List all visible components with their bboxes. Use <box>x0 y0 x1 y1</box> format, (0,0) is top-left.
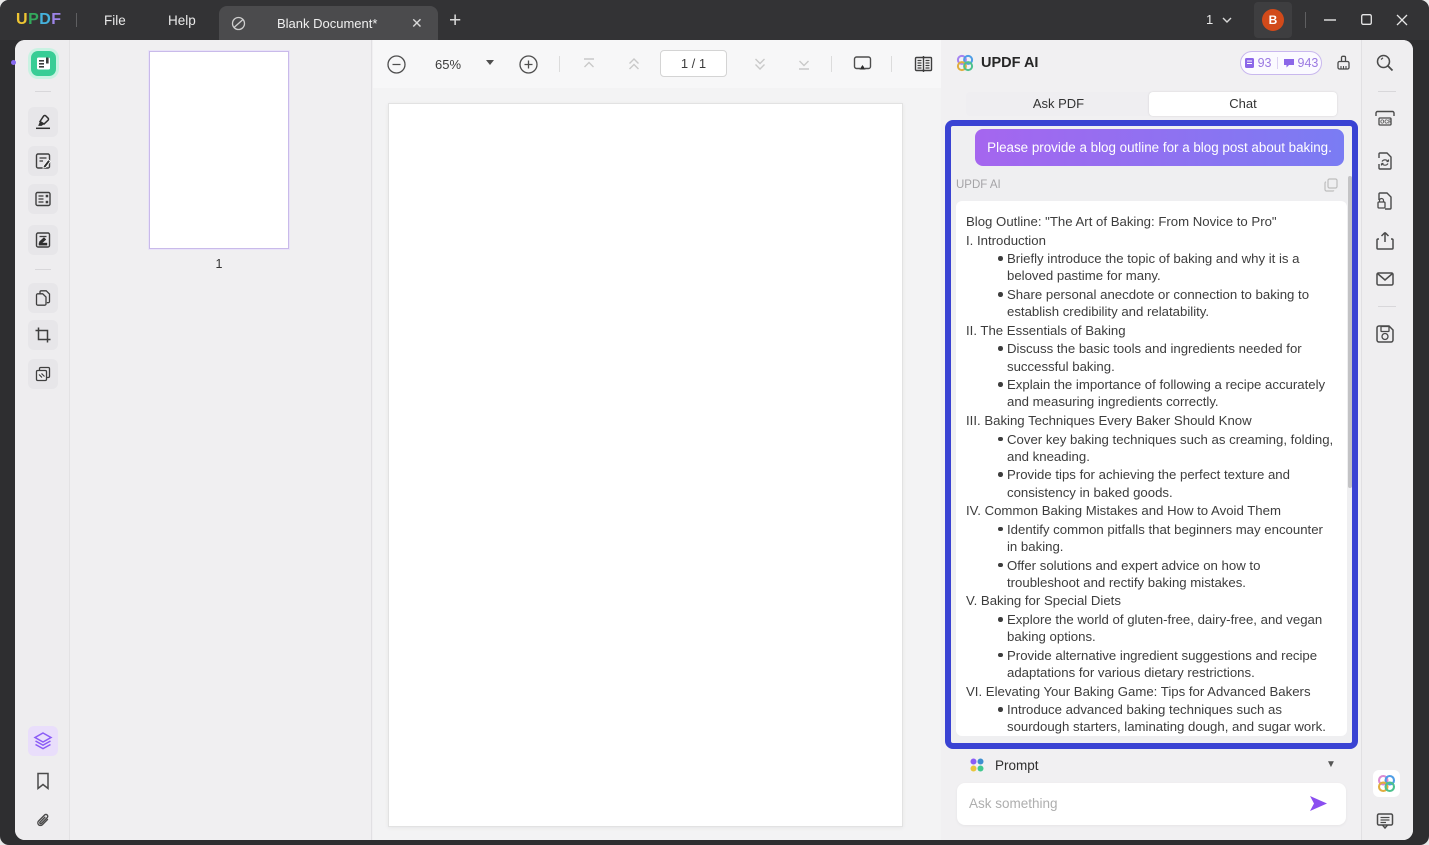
svg-text:OCR: OCR <box>1380 120 1392 126</box>
